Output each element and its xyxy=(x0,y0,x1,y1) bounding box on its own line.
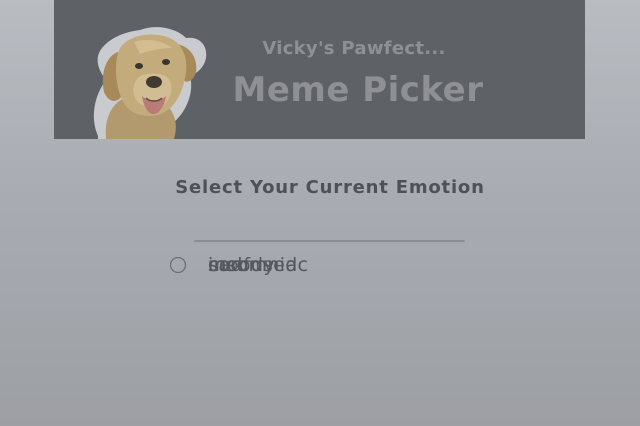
emotion-radio-list: moody insomniac confused sad xyxy=(170,240,465,276)
emotion-option-label: sad xyxy=(208,254,243,276)
radio-button[interactable] xyxy=(170,257,186,273)
header-banner: Vicky's Pawfect... Meme Picker xyxy=(54,0,585,139)
page-title: Meme Picker xyxy=(232,70,484,110)
dog-photo-icon xyxy=(93,27,207,139)
emotion-heading: Select Your Current Emotion xyxy=(175,177,485,198)
banner-subtitle: Vicky's Pawfect... xyxy=(262,38,446,59)
